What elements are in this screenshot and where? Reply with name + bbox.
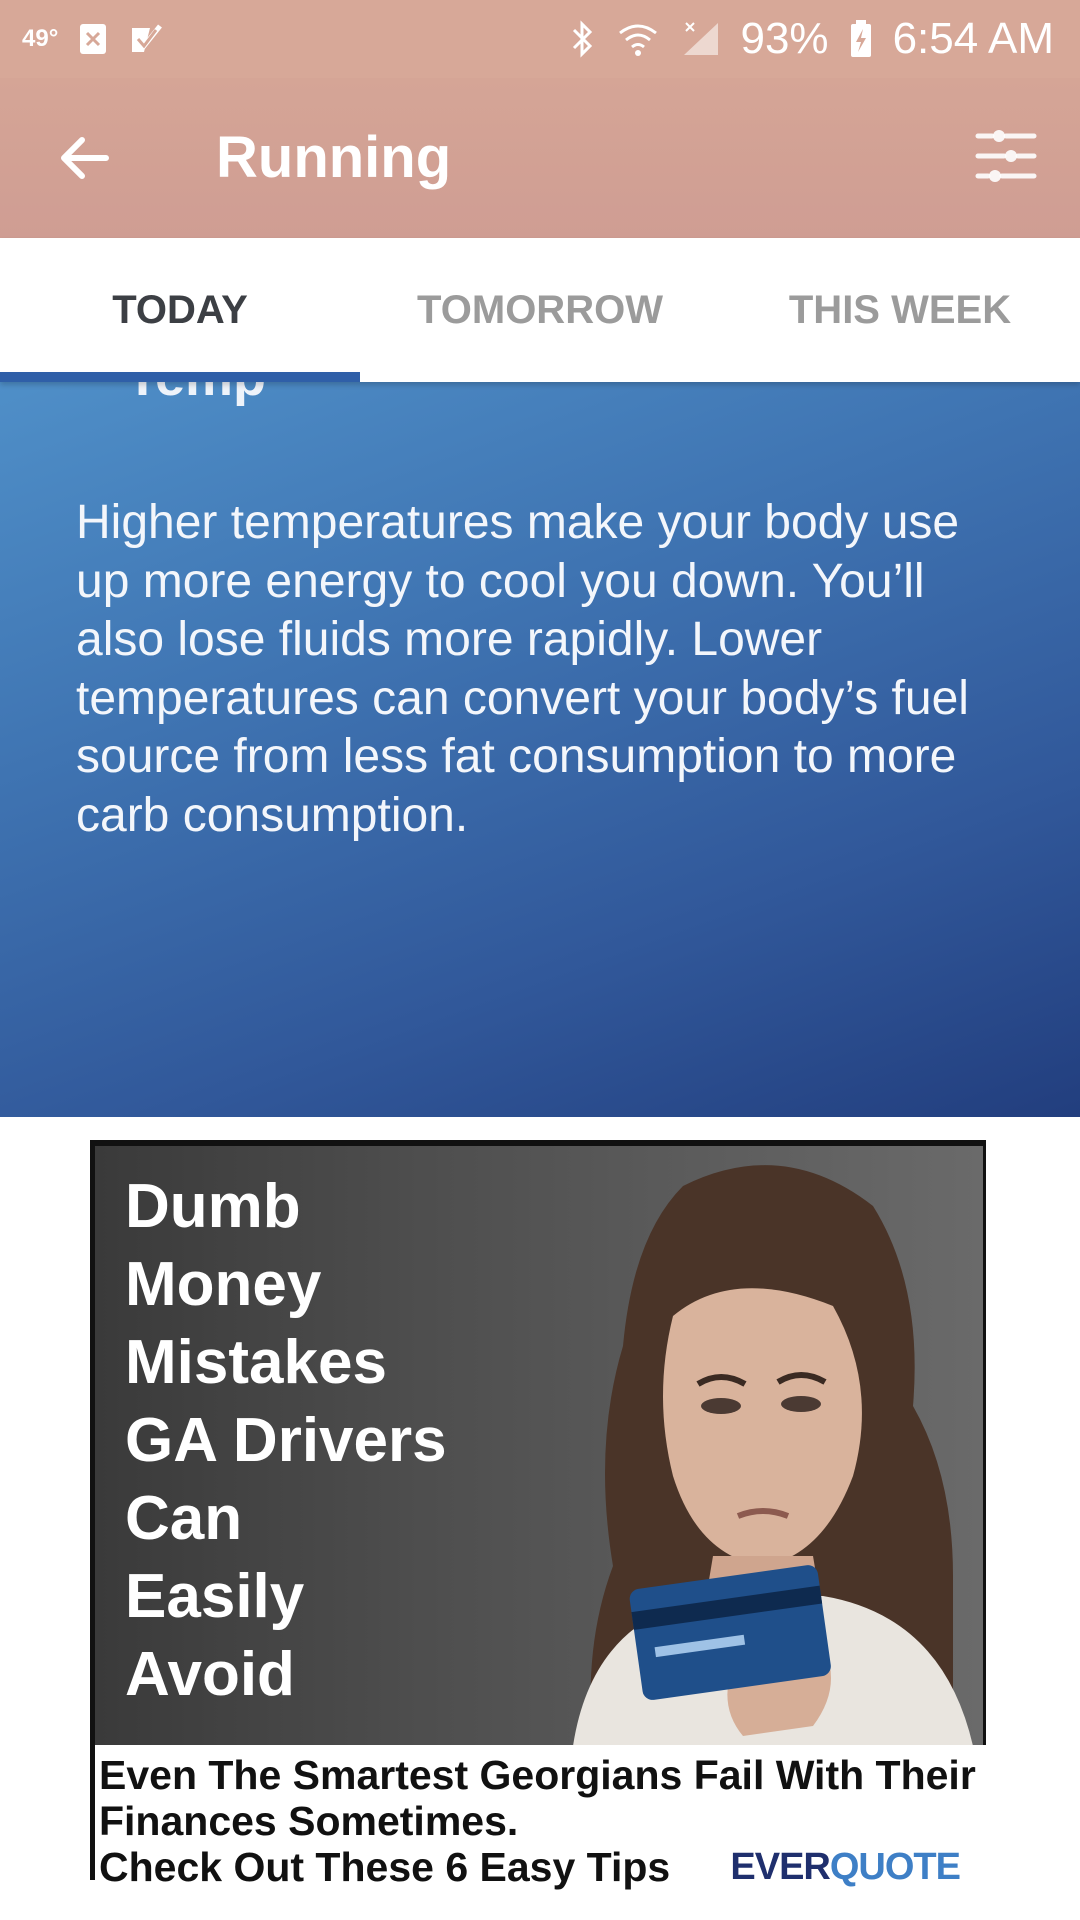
ad-headline-line: Avoid <box>125 1640 295 1709</box>
cell-signal-icon <box>680 19 720 59</box>
woman-with-credit-card-image <box>573 1165 973 1745</box>
brand-part-1: EVER <box>730 1846 830 1888</box>
tab-indicator <box>0 372 360 382</box>
sliders-icon <box>975 130 1037 182</box>
ad-copy-line: Finances Sometimes. <box>99 1798 519 1844</box>
status-bar-right: 93% 6:54 AM <box>570 14 1054 64</box>
tab-this-week-label: THIS WEEK <box>788 287 1012 332</box>
tab-tomorrow-label: TOMORROW <box>417 287 663 332</box>
ad-copy-line: Even The Smartest Georgians Fail With Th… <box>99 1752 976 1798</box>
ad-headline-line: Dumb <box>125 1172 301 1241</box>
arrow-left-icon <box>61 137 109 179</box>
ad-headline: Dumb Money Mistakes GA Drivers Can Easil… <box>125 1168 545 1714</box>
status-temperature: 49° <box>22 25 59 52</box>
advertisement[interactable]: Dumb Money Mistakes GA Drivers Can Easil… <box>90 1140 986 1890</box>
tab-this-week[interactable]: THIS WEEK <box>720 238 1080 382</box>
ad-headline-line: Can <box>125 1484 243 1553</box>
temp-info-card: Temp Higher temperatures make your body … <box>0 382 1080 1117</box>
tab-today[interactable]: TODAY <box>0 238 360 382</box>
ad-headline-line: Easily <box>125 1562 305 1631</box>
bluetooth-icon <box>570 19 596 59</box>
back-button[interactable] <box>56 130 112 186</box>
checkbox-icon <box>128 22 163 56</box>
ad-headline-line: GA Drivers <box>125 1406 447 1475</box>
notification-x-icon <box>78 22 108 56</box>
battery-charging-icon <box>849 19 873 59</box>
card-heading: Temp <box>126 382 266 408</box>
page-title: Running <box>216 125 452 190</box>
app-bar: Running <box>0 78 1080 238</box>
ad-brand-logo[interactable]: EVERQUOTE <box>730 1846 961 1889</box>
status-time: 6:54 AM <box>892 14 1054 63</box>
wifi-icon <box>616 19 660 59</box>
ad-headline-line: Money <box>125 1250 322 1319</box>
tab-bar: TODAY TOMORROW THIS WEEK <box>0 238 1080 382</box>
filter-button[interactable] <box>974 124 1038 188</box>
tab-tomorrow[interactable]: TOMORROW <box>360 238 720 382</box>
ad-headline-line: Mistakes <box>125 1328 387 1397</box>
brand-part-2: QUOTE <box>829 1846 961 1888</box>
card-body-text: Higher temperatures make your body use u… <box>76 496 969 842</box>
status-bar: 49° 93% 6:54 AM <box>0 0 1080 78</box>
status-bar-left: 49° <box>22 22 163 56</box>
tab-today-label: TODAY <box>112 287 248 332</box>
ad-image[interactable]: Dumb Money Mistakes GA Drivers Can Easil… <box>95 1140 986 1745</box>
battery-percent: 93% <box>740 14 829 63</box>
